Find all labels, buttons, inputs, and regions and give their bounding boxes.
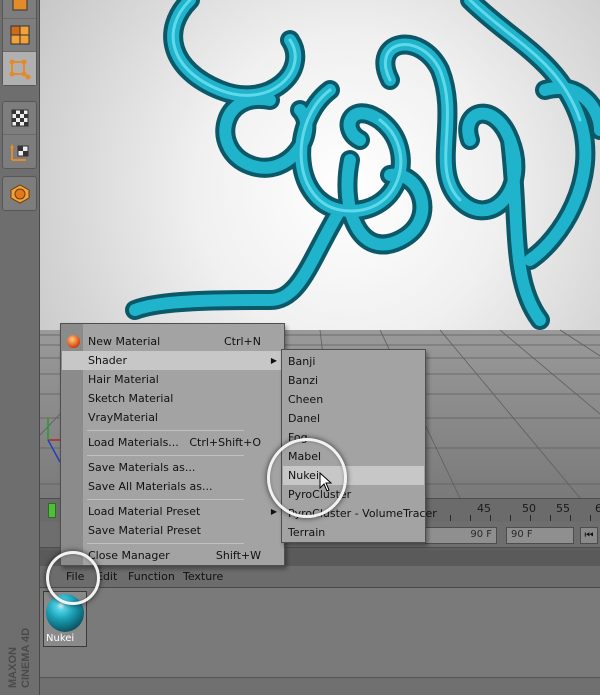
material-manager-menubar: File Edit Function Texture	[40, 566, 600, 588]
shader-submenu: Banji Banzi Cheen Danel Fog Mabel Nukei …	[281, 349, 437, 543]
menu-item-label: Load Materials...	[88, 436, 179, 449]
menu-item-label: Shader	[88, 354, 127, 367]
new-material-icon	[67, 335, 80, 348]
toolbar-group-bottom	[2, 176, 37, 211]
tick-label-45: 45	[477, 502, 491, 515]
toolbar-group-top	[2, 0, 37, 86]
toolbar-points-button[interactable]	[3, 52, 36, 85]
shader-item-banji[interactable]: Banji	[283, 352, 424, 371]
menu-item-label: VrayMaterial	[88, 411, 158, 424]
menu-item-sketch-material[interactable]: Sketch Material	[62, 389, 283, 408]
menu-item-label: Sketch Material	[88, 392, 174, 405]
menu-separator	[87, 499, 244, 500]
toolbar-view-button[interactable]	[3, 0, 36, 19]
shader-item-fog[interactable]: Fog	[283, 428, 424, 447]
menu-item-shader[interactable]: Shader ▶	[62, 351, 283, 370]
toolbar-texture-button[interactable]	[3, 102, 36, 135]
toolbar-axis-button[interactable]	[3, 135, 36, 168]
four-view-icon	[10, 25, 29, 45]
menu-item-shortcut: Shift+W	[215, 549, 261, 562]
material-list: Nukei	[40, 588, 600, 677]
toolbar-group-middle	[2, 101, 37, 169]
shader-item-banzi[interactable]: Banzi	[283, 371, 424, 390]
menu-item-hair-material[interactable]: Hair Material	[62, 370, 283, 389]
shader-item-nukei[interactable]: Nukei	[283, 466, 424, 485]
menu-file[interactable]: File	[66, 570, 84, 583]
tick-label-55: 55	[556, 502, 570, 515]
brand-line1: MAXON	[7, 647, 19, 688]
toolbar-layout-button[interactable]	[3, 19, 36, 52]
menu-separator	[87, 455, 244, 456]
shader-item-danel[interactable]: Danel	[283, 409, 424, 428]
end-frame-field[interactable]: 90 F	[506, 527, 574, 544]
menu-item-save-material-preset[interactable]: Save Material Preset	[62, 521, 283, 540]
submenu-arrow-icon: ▶	[270, 507, 277, 516]
menu-item-label: Hair Material	[88, 373, 159, 386]
file-menu-dropdown: New Material Ctrl+N Shader ▶ Hair Materi…	[60, 323, 285, 566]
menu-separator	[87, 543, 244, 544]
menu-item-label: Save Material Preset	[88, 524, 201, 537]
menu-item-save-materials-as[interactable]: Save Materials as...	[62, 458, 283, 477]
menu-item-label: Save All Materials as...	[88, 480, 213, 493]
menu-texture[interactable]: Texture	[183, 570, 223, 583]
status-bar	[40, 677, 600, 695]
points-mode-icon	[9, 59, 30, 79]
menu-item-label: New Material	[88, 335, 161, 348]
checker-texture-icon	[11, 109, 28, 127]
texture-axis-icon	[9, 143, 28, 161]
menu-item-label: Load Material Preset	[88, 505, 201, 518]
brand-line2: CINEMA 4D	[20, 628, 32, 688]
tick-label-60: 60	[595, 502, 600, 515]
go-to-start-button[interactable]: ⏮	[580, 527, 598, 544]
material-name: Nukei	[46, 633, 75, 644]
shader-item-cheen[interactable]: Cheen	[283, 390, 424, 409]
current-frame-field[interactable]: 90 F	[425, 527, 497, 544]
shader-item-terrain[interactable]: Terrain	[283, 523, 424, 542]
left-toolbar: MAXON CINEMA 4D	[0, 0, 40, 695]
menu-item-label: Close Manager	[88, 549, 170, 562]
menu-item-save-all-materials-as[interactable]: Save All Materials as...	[62, 477, 283, 496]
material-tile-nukei[interactable]: Nukei	[43, 591, 87, 647]
menu-item-shortcut: Ctrl+Shift+O	[189, 436, 261, 449]
teal-ribbon-lettering	[125, 0, 600, 330]
shader-item-mabel[interactable]: Mabel	[283, 447, 424, 466]
object-mode-icon	[10, 183, 29, 204]
menu-item-shortcut: Ctrl+N	[223, 335, 261, 348]
menu-item-vray-material[interactable]: VrayMaterial	[62, 408, 283, 427]
material-preview-sphere	[46, 594, 84, 632]
single-view-icon	[12, 0, 27, 10]
menu-item-new-material[interactable]: New Material Ctrl+N	[62, 332, 283, 351]
menu-function[interactable]: Function	[128, 570, 175, 583]
submenu-arrow-icon: ▶	[270, 356, 277, 365]
shader-item-pyrocluster[interactable]: PyroCluster	[283, 485, 424, 504]
menu-item-label: Save Materials as...	[88, 461, 196, 474]
menu-edit[interactable]: Edit	[96, 570, 117, 583]
menu-separator	[87, 430, 244, 431]
maxon-cinema4d-logo: MAXON CINEMA 4D	[7, 628, 32, 688]
menu-item-load-materials[interactable]: Load Materials... Ctrl+Shift+O	[62, 433, 283, 452]
shader-item-pyrocluster-volumetracer[interactable]: PyroCluster - VolumeTracer	[283, 504, 437, 523]
toolbar-object-button[interactable]	[3, 177, 36, 210]
menu-item-close-manager[interactable]: Close Manager Shift+W	[62, 546, 283, 565]
menu-item-load-material-preset[interactable]: Load Material Preset ▶	[62, 502, 283, 521]
tick-label-50: 50	[522, 502, 536, 515]
mouse-pointer-icon	[319, 472, 333, 492]
